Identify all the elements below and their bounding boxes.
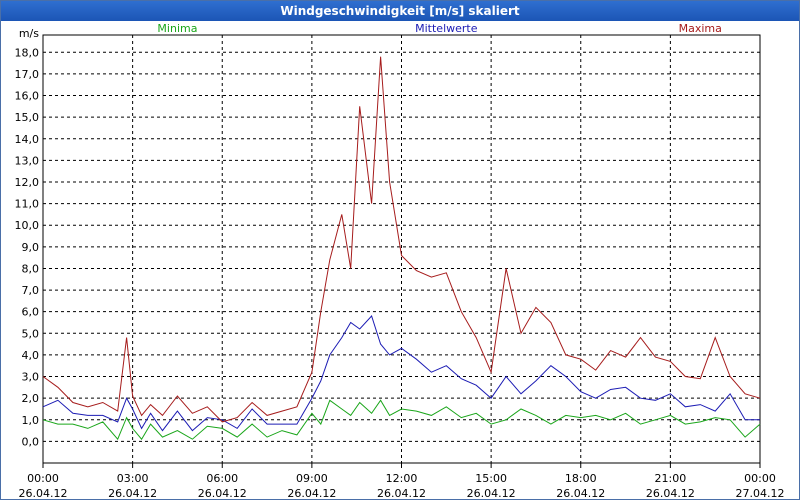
plot-frame (42, 34, 761, 464)
x-tick-time: 06:00 (206, 472, 238, 485)
y-tick-label: 17,0 (15, 68, 40, 81)
y-tick-label: 0,0 (22, 435, 40, 448)
x-tick-date: 26.04.12 (108, 487, 157, 499)
y-tick-label: 14,0 (15, 133, 40, 146)
y-tick-label: 1,0 (22, 414, 40, 427)
y-tick-label: 2,0 (22, 392, 40, 405)
y-tick-label: 15,0 (15, 111, 40, 124)
x-tick-time: 21:00 (655, 472, 687, 485)
y-tick-label: 8,0 (22, 262, 40, 275)
chart-window: Windgeschwindigkeit [m/s] skaliert Minim… (0, 0, 800, 500)
x-tick-date: 27.04.12 (736, 487, 785, 499)
x-tick-time: 18:00 (565, 472, 597, 485)
y-tick-label: 3,0 (22, 371, 40, 384)
x-tick-time: 00:00 (27, 472, 59, 485)
window-title: Windgeschwindigkeit [m/s] skaliert (1, 1, 799, 21)
x-tick-time: 12:00 (386, 472, 418, 485)
x-tick-date: 26.04.12 (556, 487, 605, 499)
y-tick-label: 12,0 (15, 176, 40, 189)
y-tick-label: 9,0 (22, 241, 40, 254)
x-tick-time: 00:00 (744, 472, 776, 485)
y-tick-label: 13,0 (15, 154, 40, 167)
x-tick-date: 26.04.12 (287, 487, 336, 499)
x-tick-time: 03:00 (117, 472, 149, 485)
grid (42, 34, 761, 468)
y-tick-label: 6,0 (22, 306, 40, 319)
x-tick-date: 26.04.12 (377, 487, 426, 499)
y-tick-label: 16,0 (15, 90, 40, 103)
y-axis-label: m/s (19, 27, 39, 40)
x-tick-time: 15:00 (475, 472, 507, 485)
y-tick-label: 5,0 (22, 327, 40, 340)
x-tick-date: 26.04.12 (467, 487, 516, 499)
y-tick-label: 11,0 (15, 198, 40, 211)
wind-speed-chart: Minima Mittelwerte Maxima 0,0 1,0 2,0 3,0 4,0 5… (15, 22, 785, 499)
legend-mittelwerte: Mittelwerte (415, 22, 478, 35)
x-tick-date: 26.04.12 (19, 487, 68, 499)
x-tick-date: 26.04.12 (646, 487, 695, 499)
y-tick-label: 4,0 (22, 349, 40, 362)
legend-minima: Minima (157, 22, 197, 35)
x-tick-time: 09:00 (296, 472, 328, 485)
y-tick-label: 10,0 (15, 219, 40, 232)
legend-maxima: Maxima (679, 22, 722, 35)
y-tick-label: 18,0 (15, 46, 40, 59)
axis-labels: 0,0 1,0 2,0 3,0 4,0 5,0 6,0 7,0 8,0 9,0 10,0 11,0 12… (15, 27, 785, 499)
legend: Minima Mittelwerte Maxima (157, 22, 721, 35)
x-tick-date: 26.04.12 (198, 487, 247, 499)
y-tick-label: 7,0 (22, 284, 40, 297)
